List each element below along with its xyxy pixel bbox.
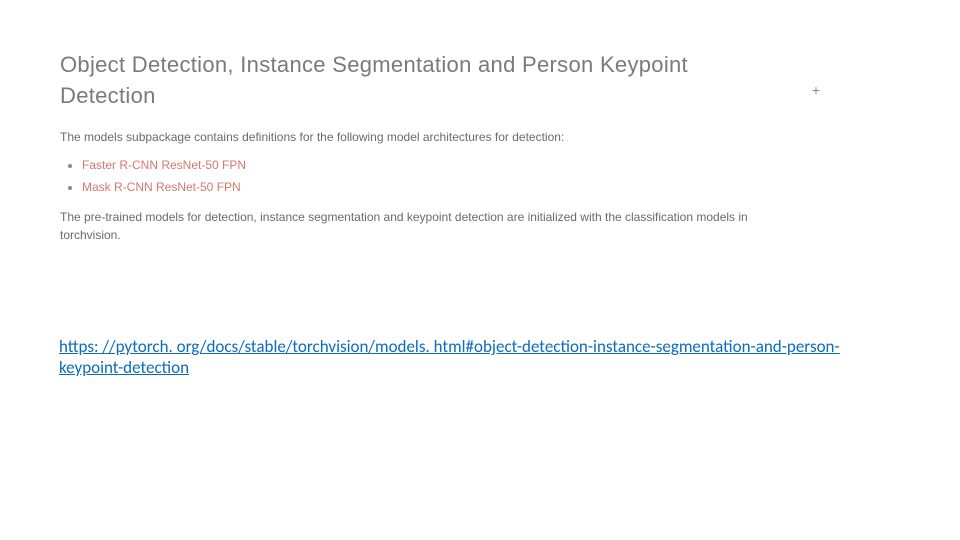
model-architecture-list: Faster R-CNN ResNet-50 FPN Mask R-CNN Re… — [60, 158, 760, 194]
pretrained-paragraph: The pre-trained models for detection, in… — [60, 208, 760, 244]
documentation-panel: Object Detection, Instance Segmentation … — [60, 50, 760, 244]
intro-paragraph: The models subpackage contains definitio… — [60, 130, 760, 144]
anchor-link-icon[interactable]: + — [812, 82, 820, 98]
faster-rcnn-link[interactable]: Faster R-CNN ResNet-50 FPN — [82, 158, 246, 172]
list-item: Mask R-CNN ResNet-50 FPN — [82, 180, 760, 194]
citation-url: https: //pytorch. org/docs/stable/torchv… — [59, 336, 879, 379]
list-item: Faster R-CNN ResNet-50 FPN — [82, 158, 760, 172]
citation-link[interactable]: https: //pytorch. org/docs/stable/torchv… — [59, 336, 840, 378]
slide: Object Detection, Instance Segmentation … — [0, 0, 960, 540]
section-heading: Object Detection, Instance Segmentation … — [60, 50, 760, 112]
mask-rcnn-link[interactable]: Mask R-CNN ResNet-50 FPN — [82, 180, 241, 194]
